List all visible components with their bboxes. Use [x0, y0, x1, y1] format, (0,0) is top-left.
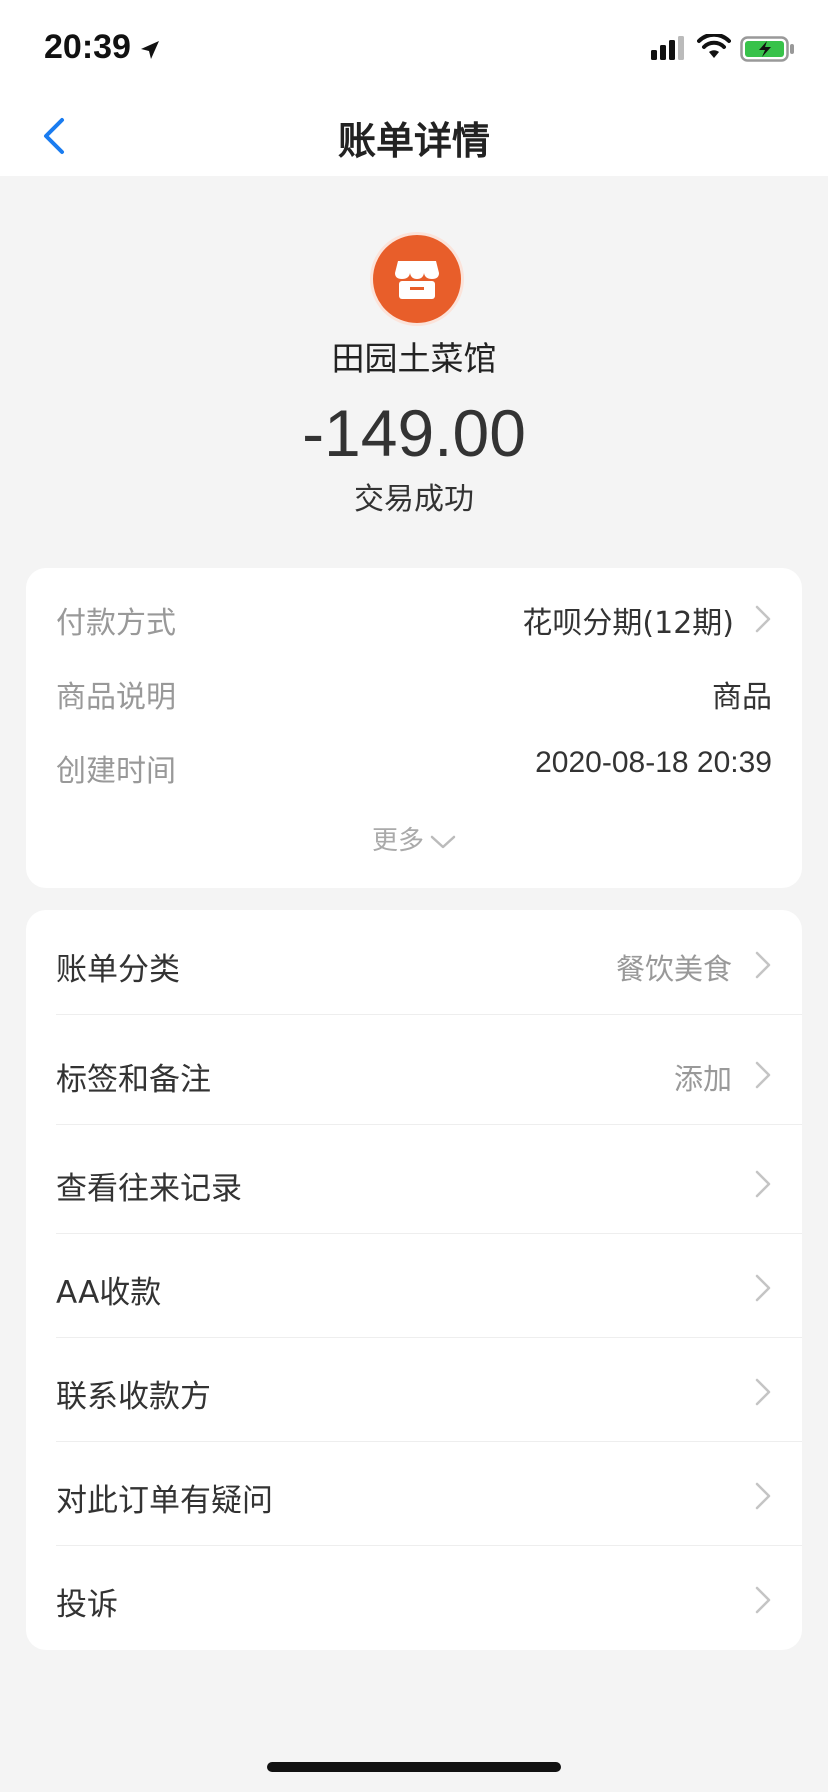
chevron-right-icon — [754, 1169, 772, 1203]
menu-item-bill-category[interactable]: 账单分类 餐饮美食 — [56, 910, 802, 1015]
info-label: 创建时间 — [56, 754, 176, 789]
wifi-icon — [697, 32, 731, 64]
page-title: 账单详情 — [337, 119, 490, 163]
created-time-value: 2020-08-18 20:39 — [535, 746, 772, 779]
menu-item-label: 查看往来记录 — [56, 1171, 242, 1207]
product-description-value: 商品 — [712, 680, 772, 715]
product-description-row: 商品说明 商品 — [56, 672, 772, 716]
status-time: 20:39 — [44, 28, 131, 66]
chevron-right-icon — [754, 1060, 772, 1094]
menu-item-tags-notes[interactable]: 标签和备注 添加 — [56, 1020, 802, 1125]
cellular-signal-icon — [651, 36, 687, 64]
menu-item-order-question[interactable]: 对此订单有疑问 — [56, 1441, 802, 1546]
chevron-right-icon — [754, 1377, 772, 1411]
location-arrow-icon — [138, 38, 162, 66]
payment-method-row[interactable]: 付款方式 花呗分期(12期) — [56, 598, 772, 642]
chevron-right-icon — [754, 604, 772, 638]
menu-item-label: 对此订单有疑问 — [56, 1483, 273, 1519]
transaction-status: 交易成功 — [354, 482, 474, 517]
menu-item-view-records[interactable]: 查看往来记录 — [56, 1129, 802, 1234]
menu-item-label: 联系收款方 — [56, 1379, 211, 1415]
menu-item-complaint[interactable]: 投诉 — [56, 1545, 802, 1649]
chevron-right-icon — [754, 1585, 772, 1619]
battery-charging-icon — [740, 36, 796, 66]
menu-item-label: 投诉 — [56, 1587, 118, 1623]
chevron-right-icon — [754, 1481, 772, 1515]
storefront-icon — [395, 261, 439, 299]
menu-item-label: AA收款 — [56, 1275, 162, 1311]
menu-item-value: 添加 — [673, 1062, 732, 1096]
home-indicator[interactable] — [267, 1762, 561, 1772]
transaction-amount: -149.00 — [302, 396, 526, 470]
menu-item-label: 标签和备注 — [56, 1062, 211, 1098]
payment-method-value: 花呗分期(12期) — [522, 606, 734, 641]
chevron-right-icon — [754, 950, 772, 984]
more-label: 更多 — [371, 826, 424, 856]
merchant-name: 田园土菜馆 — [331, 339, 497, 378]
details-card: 付款方式 花呗分期(12期) 商品说明 商品 创建时间 2020-08-18 2… — [26, 568, 802, 888]
menu-item-value: 餐饮美食 — [615, 952, 732, 986]
menu-item-aa-collect[interactable]: AA收款 — [56, 1233, 802, 1338]
menu-item-label: 账单分类 — [56, 952, 180, 988]
status-bar: 20:39 — [0, 0, 828, 96]
merchant-avatar — [370, 232, 464, 326]
created-time-row: 创建时间 2020-08-18 20:39 — [56, 746, 772, 790]
actions-card: 账单分类 餐饮美食 标签和备注 添加 查看往来记录 AA收款 联系收款方 对此订… — [26, 910, 802, 1650]
more-button[interactable]: 更多 — [26, 820, 802, 857]
menu-item-contact-payee[interactable]: 联系收款方 — [56, 1337, 802, 1442]
chevron-down-icon — [430, 835, 456, 848]
info-label: 商品说明 — [56, 680, 176, 715]
info-label: 付款方式 — [56, 606, 176, 641]
navigation-bar: 账单详情 — [0, 96, 828, 176]
chevron-right-icon — [754, 1273, 772, 1307]
